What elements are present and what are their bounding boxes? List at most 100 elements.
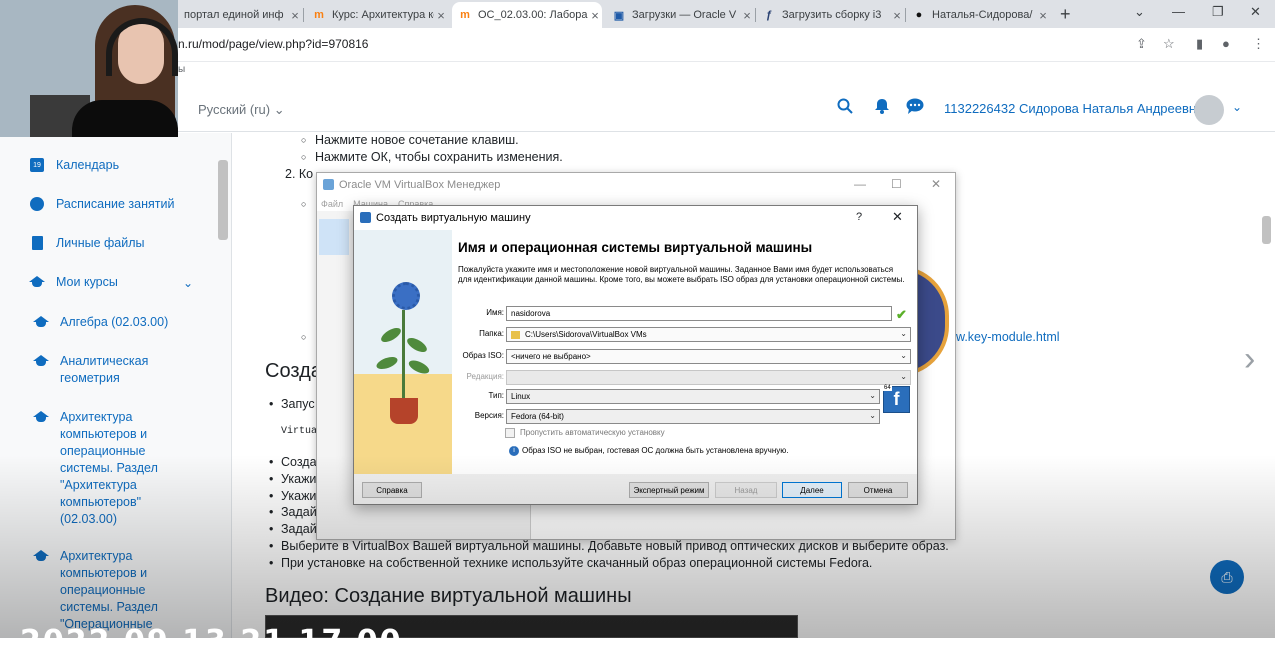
minimize-icon[interactable]: —	[1172, 4, 1185, 19]
tab-label: ОС_02.03.00: Лабора	[478, 9, 588, 21]
next-button[interactable]: Далее	[782, 482, 842, 498]
tab-search-icon[interactable]: ⌄	[1134, 4, 1145, 20]
chevron-down-icon[interactable]: ⌄	[1232, 100, 1242, 114]
sidebar-course-algebra[interactable]: Алгебра (02.03.00)	[32, 314, 168, 331]
profile-icon[interactable]: ●	[1222, 36, 1230, 51]
wizard-banner-image	[354, 230, 452, 474]
new-tab-icon[interactable]: +	[1060, 4, 1071, 25]
dialog-titlebar: Создать виртуальную машину	[354, 206, 917, 230]
chevron-down-icon: ⌄	[900, 372, 907, 381]
close-icon[interactable]: ✕	[931, 177, 941, 191]
bell-icon[interactable]	[874, 98, 890, 119]
list-item: Выберите в VirtualBox Вашей виртуальной …	[269, 539, 949, 553]
expert-mode-button[interactable]: Экспертный режим	[629, 482, 709, 498]
sidebar-course-architecture[interactable]: Архитектура компьютеров и операционные с…	[32, 409, 192, 528]
sidebar-item-label: Личные файлы	[56, 236, 145, 250]
print-icon[interactable]: ⎙	[1210, 560, 1244, 594]
info-message: Образ ISO не выбран, гостевая ОС должна …	[522, 446, 789, 455]
code-snippet: Virtua	[281, 426, 318, 437]
module-link[interactable]: w.key-module.html	[956, 330, 1060, 344]
folder-select[interactable]: C:\Users\Sidorova\VirtualBox VMs ⌄	[506, 327, 911, 342]
search-icon[interactable]	[837, 98, 853, 119]
fedora-icon: ƒ	[765, 9, 773, 21]
language-menu[interactable]: Русский (ru) ⌄	[198, 102, 285, 118]
version-value: Fedora (64-bit)	[511, 412, 564, 421]
type-select[interactable]: Linux ⌄	[506, 389, 880, 404]
graduation-cap-icon	[32, 548, 50, 564]
browser-menu-icon[interactable]: ⋮	[1252, 36, 1265, 52]
skip-unattended-checkbox[interactable]	[505, 428, 515, 438]
share-icon[interactable]: ⇪	[1136, 36, 1147, 52]
chevron-down-icon[interactable]: ⌄	[183, 276, 193, 290]
list-item: Задай	[269, 505, 317, 519]
graduation-cap-icon	[28, 274, 46, 290]
menu-file[interactable]: Файл	[321, 199, 343, 209]
list-item: Нажмите новое сочетание клавиш.	[301, 133, 519, 147]
sidebar-item-label: Мои курсы	[56, 275, 118, 289]
browser-tab-bar: портал единой инф × m Курс: Архитектура …	[0, 0, 1275, 28]
close-tab-icon[interactable]: ×	[434, 8, 448, 23]
vbox-icon: ▣	[613, 9, 625, 22]
url-field[interactable]: n.ru/mod/page/view.php?id=970816	[178, 37, 368, 51]
bookmark-star-icon[interactable]: ☆	[1163, 36, 1175, 52]
iso-label: Образ ISO:	[462, 351, 504, 360]
maximize-icon[interactable]: ❐	[1212, 4, 1224, 20]
moodle-icon: m	[460, 9, 470, 21]
tab-label: Курс: Архитектура ко	[332, 9, 434, 21]
close-icon[interactable]: ✕	[892, 209, 903, 225]
tools-item[interactable]	[319, 219, 349, 255]
tab-label: Загрузить сборку i3	[782, 9, 882, 21]
tab-portal[interactable]: портал единой инф ×	[178, 2, 302, 28]
edition-label: Редакция:	[466, 372, 504, 381]
user-name[interactable]: 1132226432 Сидорова Наталья Андреевна	[944, 101, 1203, 116]
tab-vbox-downloads[interactable]: ▣ Загрузки — Oracle V ×	[606, 2, 754, 28]
help-button[interactable]: Справка	[362, 482, 422, 498]
minimize-icon[interactable]: —	[854, 177, 866, 191]
bookmarks-bar[interactable]: ы	[178, 64, 185, 75]
close-tab-icon[interactable]: ×	[288, 8, 302, 23]
list-item: Нажмите ОК, чтобы сохранить изменения.	[301, 150, 563, 164]
sidebar-item-schedule[interactable]: Расписание занятий	[28, 196, 174, 213]
side-panel-icon[interactable]: ▮	[1196, 36, 1203, 52]
close-tab-icon[interactable]: ×	[890, 8, 904, 23]
name-field[interactable]: nasidorova	[506, 306, 892, 321]
sidebar-course-geometry[interactable]: Аналитическая геометрия	[32, 353, 192, 387]
tab-lab-active[interactable]: m ОС_02.03.00: Лабора ×	[452, 2, 602, 28]
sidebar-item-label: Календарь	[56, 158, 120, 172]
sidebar-item-files[interactable]: Личные файлы	[28, 235, 145, 252]
tab-github[interactable]: ● Наталья-Сидорова/ ×	[906, 2, 1050, 28]
file-icon	[28, 235, 46, 251]
site-header: Русский (ru) ⌄ 1132226432 Сидорова Натал…	[0, 86, 1275, 132]
close-window-icon[interactable]: ✕	[1250, 4, 1261, 20]
messages-icon[interactable]	[906, 98, 924, 119]
list-item: Запус	[269, 397, 315, 411]
webcam-overlay	[0, 0, 178, 137]
graduation-cap-icon	[32, 314, 50, 330]
iso-select[interactable]: <ничего не выбрано> ⌄	[506, 349, 911, 364]
wizard-description: Пожалуйста укажите имя и местоположение …	[458, 265, 905, 284]
chevron-down-icon: ⌄	[273, 102, 285, 117]
close-tab-icon[interactable]: ×	[588, 8, 602, 23]
graduation-cap-icon	[32, 353, 50, 369]
help-icon[interactable]: ?	[856, 211, 862, 223]
chevron-right-icon[interactable]: ›	[1244, 340, 1255, 379]
address-bar: n.ru/mod/page/view.php?id=970816 ⇪ ☆ ▮ ●…	[0, 28, 1275, 62]
close-tab-icon[interactable]: ×	[1036, 8, 1050, 23]
sidebar-item-calendar[interactable]: 19 Календарь	[28, 157, 119, 174]
maximize-icon[interactable]: ☐	[891, 177, 902, 191]
create-vm-dialog: Создать виртуальную машину ? ✕ Имя и опе…	[353, 205, 918, 505]
tab-fedora[interactable]: ƒ Загрузить сборку i3 ×	[756, 2, 904, 28]
checkmark-icon: ✔	[896, 307, 907, 322]
name-value: nasidorova	[511, 309, 551, 318]
tab-course[interactable]: m Курс: Архитектура ко ×	[306, 2, 448, 28]
tab-label: Загрузки — Oracle V	[632, 9, 737, 21]
chevron-down-icon: ⌄	[900, 329, 907, 338]
close-tab-icon[interactable]: ×	[740, 8, 754, 23]
sidebar-item-my-courses[interactable]: Мои курсы	[28, 274, 118, 291]
cancel-button[interactable]: Отмена	[848, 482, 908, 498]
avatar[interactable]	[1194, 95, 1224, 125]
version-select[interactable]: Fedora (64-bit) ⌄	[506, 409, 880, 424]
page-scrollbar[interactable]	[1262, 216, 1271, 244]
virtualbox-logo-icon	[360, 212, 371, 223]
sidebar-scrollbar[interactable]	[218, 160, 228, 240]
